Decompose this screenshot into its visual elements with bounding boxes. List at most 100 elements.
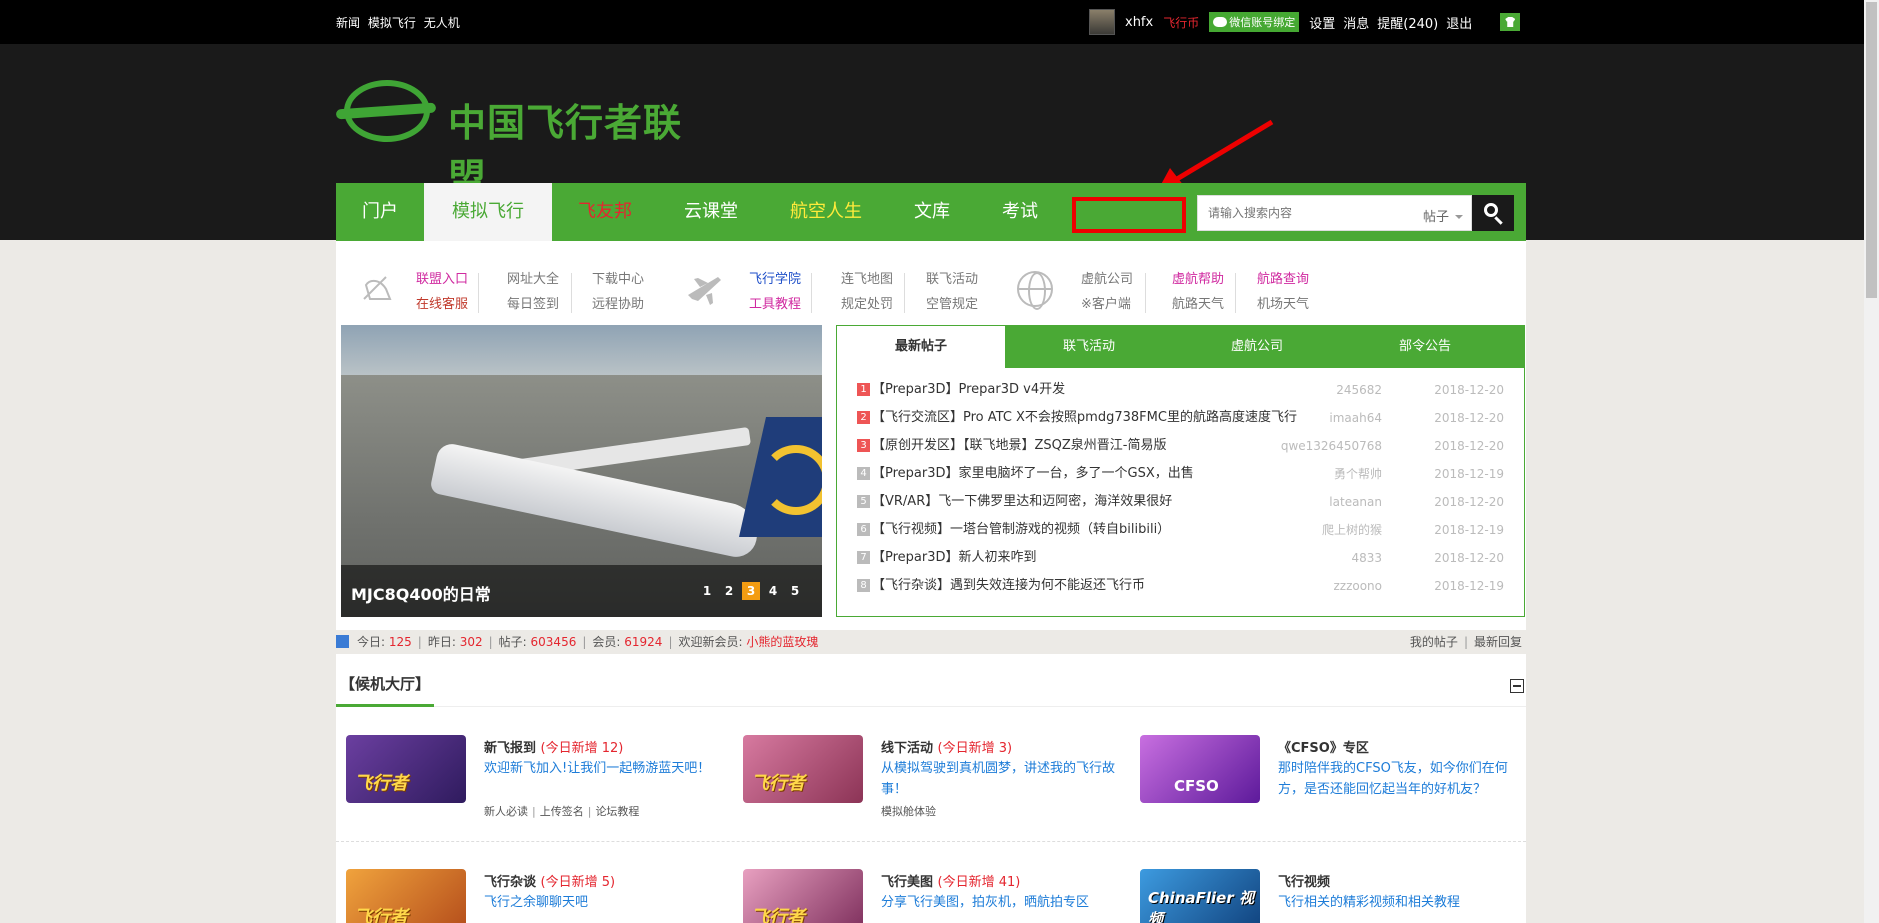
collapse-icon[interactable]	[1510, 679, 1524, 693]
list-item[interactable]: 4 【Prepar3D】家里电脑坏了一台，多了一个GSX，出售 勇个帮帅 2018-1…	[857, 460, 1524, 488]
post-author[interactable]: 勇个帮帅	[1334, 460, 1382, 488]
list-item[interactable]: 2 【飞行交流区】Pro ATC X不会按照pmdg738FMC里的航路高度速度飞…	[857, 404, 1524, 432]
forum-item[interactable]: 飞行者 线下活动 (今日新增 3) 从模拟驾驶到真机圆梦，讲述我的飞行故事！ 模…	[733, 727, 1123, 818]
forum-image[interactable]: CFSO	[1140, 735, 1260, 803]
post-title[interactable]: 【飞行杂谈】遇到失效连接为何不能返还飞行币	[872, 578, 1145, 593]
sub-link[interactable]: 上传签名	[540, 805, 584, 818]
post-author[interactable]: 4833	[1351, 544, 1382, 572]
scrollbar-thumb[interactable]	[1866, 2, 1877, 298]
post-author[interactable]: lateanan	[1329, 488, 1382, 516]
post-title[interactable]: 【飞行视频】一塔台管制游戏的视频（转自bilibili）	[872, 522, 1170, 537]
post-title[interactable]: 【Prepar3D】Prepar3D v4开发	[872, 382, 1065, 397]
forum-image[interactable]: 飞行者	[743, 869, 863, 923]
forum-item[interactable]: 飞行者 飞行杂谈 (今日新增 5) 飞行之余聊聊天吧	[336, 861, 726, 923]
tab-latest-posts[interactable]: 最新帖子	[837, 326, 1005, 368]
slider-page-2[interactable]: 2	[720, 582, 738, 600]
post-author[interactable]: 爬上树的猴	[1322, 516, 1382, 544]
forum-name[interactable]: 飞行视频	[1278, 875, 1330, 890]
post-author[interactable]: 245682	[1336, 376, 1382, 404]
forum-name[interactable]: 新飞报到	[484, 741, 536, 756]
list-item[interactable]: 8 【飞行杂谈】遇到失效连接为何不能返还飞行币 zzzoono 2018-12-19	[857, 572, 1524, 600]
forum-image[interactable]: 飞行者	[743, 735, 863, 803]
username-link[interactable]: xhfx	[1125, 15, 1153, 30]
image-slider[interactable]: MJC8Q400的日常 1 2 3 4 5	[341, 325, 822, 617]
top-link-sim[interactable]: 模拟飞行	[368, 16, 416, 30]
list-item[interactable]: 6 【飞行视频】一塔台管制游戏的视频（转自bilibili） 爬上树的猴 2018-1…	[857, 516, 1524, 544]
search-button[interactable]	[1472, 195, 1514, 231]
nav-friends[interactable]: 飞友邦	[552, 183, 658, 241]
tab-notices[interactable]: 部令公告	[1341, 326, 1509, 368]
post-author[interactable]: zzzoono	[1333, 572, 1382, 600]
slider-page-1[interactable]: 1	[698, 582, 716, 600]
nav-exam[interactable]: 考试	[976, 183, 1064, 241]
slider-title[interactable]: MJC8Q400的日常	[351, 581, 491, 605]
post-title[interactable]: 【Prepar3D】家里电脑坏了一台，多了一个GSX，出售	[872, 466, 1194, 481]
my-posts-link[interactable]: 我的帖子	[1410, 635, 1458, 649]
quick-link-download[interactable]: 下载中心	[592, 267, 644, 292]
quick-link-va[interactable]: 虚航公司	[1081, 267, 1133, 292]
nav-sim[interactable]: 模拟飞行	[424, 183, 552, 241]
coin-link[interactable]: 飞行币	[1163, 14, 1199, 31]
slider-page-3[interactable]: 3	[742, 582, 760, 600]
quick-link-atc[interactable]: 空管规定	[926, 292, 978, 317]
sub-link[interactable]: 论坛教程	[595, 805, 639, 818]
logout-link[interactable]: 退出	[1446, 13, 1472, 32]
quick-link-academy[interactable]: 飞行学院	[749, 267, 801, 292]
latest-reply-link[interactable]: 最新回复	[1474, 635, 1522, 649]
forum-image[interactable]: 飞行者	[346, 869, 466, 923]
wechat-bind-button[interactable]: 微信账号绑定	[1209, 12, 1300, 32]
search-type-select[interactable]: 帖子	[1423, 206, 1463, 225]
avatar[interactable]	[1089, 9, 1115, 35]
sub-link[interactable]: 新人必读	[484, 805, 528, 818]
forum-item[interactable]: ChinaFlier 视频 飞行视频 飞行相关的精彩视频和相关教程	[1130, 861, 1520, 923]
shirt-icon[interactable]	[1500, 13, 1521, 31]
quick-link-rules[interactable]: 规定处罚	[841, 292, 893, 317]
nav-aviation-life[interactable]: 航空人生	[764, 183, 888, 241]
forum-name[interactable]: 飞行杂谈	[484, 875, 536, 890]
post-title[interactable]: 【Prepar3D】新人初来咋到	[872, 550, 1037, 565]
quick-link-remote[interactable]: 远程协助	[592, 292, 644, 317]
quick-link-client[interactable]: ※客户端	[1081, 292, 1133, 317]
quick-link-tools[interactable]: 工具教程	[749, 292, 801, 317]
list-item[interactable]: 5 【VR/AR】飞一下佛罗里达和迈阿密，海洋效果很好 lateanan 2018-1…	[857, 488, 1524, 516]
forum-name[interactable]: 飞行美图	[881, 875, 933, 890]
quick-link-map[interactable]: 连飞地图	[841, 267, 893, 292]
quick-link-route-weather[interactable]: 航路天气	[1172, 292, 1224, 317]
nav-portal[interactable]: 门户	[336, 183, 424, 241]
forum-item[interactable]: 飞行者 新飞报到 (今日新增 12) 欢迎新飞加入!让我们一起畅游蓝天吧！ 新人…	[336, 727, 726, 818]
quick-link-airport-weather[interactable]: 机场天气	[1257, 292, 1309, 317]
list-item[interactable]: 1 【Prepar3D】Prepar3D v4开发 245682 2018-12-20	[857, 376, 1524, 404]
quick-link-sites[interactable]: 网址大全	[507, 267, 559, 292]
tab-va[interactable]: 虚航公司	[1173, 326, 1341, 368]
quick-link-route-query[interactable]: 航路查询	[1257, 267, 1309, 292]
post-title[interactable]: 【VR/AR】飞一下佛罗里达和迈阿密，海洋效果很好	[872, 494, 1172, 509]
forum-image[interactable]: ChinaFlier 视频	[1140, 869, 1260, 923]
forum-name[interactable]: 线下活动	[881, 741, 933, 756]
quick-link-va-help[interactable]: 虚航帮助	[1172, 267, 1224, 292]
forum-item[interactable]: CFSO 《CFSO》专区 那时陪伴我的CFSO飞友，如今你们在何方，是否还能回…	[1130, 727, 1520, 817]
nav-library[interactable]: 文库	[888, 183, 976, 241]
post-title[interactable]: 【原创开发区】【联飞地景】ZSQZ泉州晋江-简易版	[872, 438, 1167, 453]
search-input[interactable]	[1198, 196, 1398, 230]
slider-page-4[interactable]: 4	[764, 582, 782, 600]
slider-page-5[interactable]: 5	[786, 582, 804, 600]
post-title[interactable]: 【飞行交流区】Pro ATC X不会按照pmdg738FMC里的航路高度速度飞行	[872, 410, 1297, 425]
quick-link-checkin[interactable]: 每日签到	[507, 292, 559, 317]
list-item[interactable]: 3 【原创开发区】【联飞地景】ZSQZ泉州晋江-简易版 qwe1326450768 2…	[857, 432, 1524, 460]
reminders-link[interactable]: 提醒(240)	[1377, 13, 1438, 32]
nav-cloud-class[interactable]: 云课堂	[658, 183, 764, 241]
site-logo[interactable]: 中国飞行者联盟	[335, 74, 716, 200]
tab-events[interactable]: 联飞活动	[1005, 326, 1173, 368]
post-author[interactable]: imaah64	[1329, 404, 1382, 432]
forum-image[interactable]: 飞行者	[346, 735, 466, 803]
forum-item[interactable]: 飞行者 飞行美图 (今日新增 41) 分享飞行美图，拍灰机，晒航拍专区	[733, 861, 1123, 923]
quick-link-support[interactable]: 在线客服	[416, 292, 468, 317]
forum-name[interactable]: 《CFSO》专区	[1278, 741, 1369, 756]
list-item[interactable]: 7 【Prepar3D】新人初来咋到 4833 2018-12-20	[857, 544, 1524, 572]
post-author[interactable]: qwe1326450768	[1281, 432, 1382, 460]
top-link-drone[interactable]: 无人机	[424, 16, 460, 30]
top-link-news[interactable]: 新闻	[336, 16, 360, 30]
messages-link[interactable]: 消息	[1343, 13, 1369, 32]
settings-link[interactable]: 设置	[1309, 13, 1335, 32]
quick-link-alliance[interactable]: 联盟入口	[416, 267, 468, 292]
